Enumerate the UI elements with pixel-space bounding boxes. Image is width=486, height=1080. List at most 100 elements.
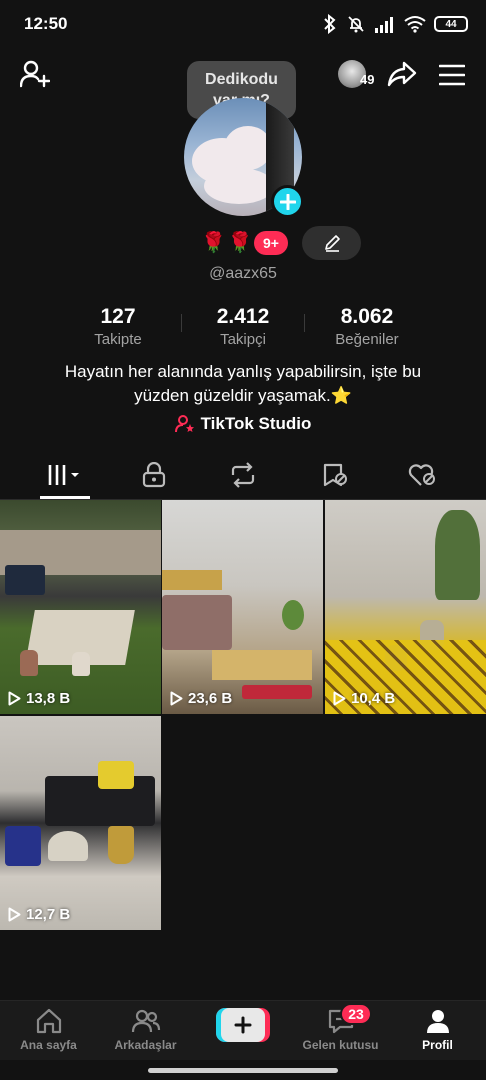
share-icon[interactable] xyxy=(387,60,417,88)
stat-value: 127 xyxy=(100,305,136,328)
video-thumbnail[interactable]: 12,7 B xyxy=(0,716,161,930)
thumb-plant xyxy=(435,510,480,600)
bio-line: Hayatın her alanında yanlış yapabilirsin… xyxy=(64,362,422,381)
nav-profile[interactable]: Profil xyxy=(389,1007,486,1057)
profile-stats: 127 Takipte 2.412 Takipçi 8.062 Beğenile… xyxy=(0,305,486,349)
thumb-tray xyxy=(48,831,88,861)
nav-label: Profil xyxy=(422,1038,453,1052)
nav-label: Ana sayfa xyxy=(20,1038,77,1052)
nav-label: Gelen kutusu xyxy=(302,1038,379,1052)
thumb-table xyxy=(212,650,312,680)
thumb-pot xyxy=(72,652,90,676)
nav-home[interactable]: Ana sayfa xyxy=(0,1007,97,1057)
video-thumbnail[interactable]: 10,4 B xyxy=(325,500,486,714)
profile-tabs xyxy=(0,450,486,500)
thumb-juice xyxy=(98,761,134,789)
create-button-face xyxy=(221,1008,265,1042)
view-count: 23,6 B xyxy=(170,690,232,707)
badge-count[interactable]: 9+ xyxy=(254,231,288,255)
tab-favorites[interactable] xyxy=(286,450,383,500)
pencil-icon xyxy=(324,235,340,252)
nav-label: Arkadaşlar xyxy=(114,1038,177,1052)
tab-videos[interactable] xyxy=(16,450,113,500)
edit-profile-button[interactable] xyxy=(302,226,361,260)
video-thumbnail[interactable]: 23,6 B xyxy=(162,500,323,714)
view-count-label: 23,6 B xyxy=(188,690,233,707)
studio-label: TikTok Studio xyxy=(200,414,312,433)
play-icon xyxy=(8,691,21,706)
repost-icon xyxy=(231,462,254,488)
play-icon xyxy=(170,691,183,706)
videos-grid-icon xyxy=(48,465,79,485)
stat-value: 8.062 xyxy=(340,305,394,328)
bottom-nav: Ana sayfa Arkadaşlar Gelen kutusu 23 Pro… xyxy=(0,1000,486,1060)
inbox-badge: 23 xyxy=(340,1003,372,1025)
username: @aazx65 xyxy=(209,265,277,282)
thumb-plant xyxy=(282,600,304,630)
tiktok-studio-link[interactable]: TikTok Studio xyxy=(0,414,486,434)
play-icon xyxy=(8,907,21,922)
create-button[interactable] xyxy=(216,1008,270,1042)
stat-label: Takipte xyxy=(94,331,142,348)
stat-divider xyxy=(304,314,305,332)
liked-icon xyxy=(408,464,435,486)
studio-icon xyxy=(174,415,194,433)
mute-icon xyxy=(348,16,364,33)
tab-reposts[interactable] xyxy=(194,450,291,500)
bio-line: yüzden güzeldir yaşamak.⭐ xyxy=(134,386,352,405)
viewer-count: 49 xyxy=(360,72,375,87)
friends-icon xyxy=(131,1009,160,1033)
thumb-cups xyxy=(242,685,312,699)
rose-badges: 🌹🌹 xyxy=(201,232,255,254)
stat-divider xyxy=(181,314,182,332)
status-bar: 12:50 44 xyxy=(0,0,486,48)
tab-liked[interactable] xyxy=(374,450,471,500)
video-thumbnail[interactable]: 13,8 B xyxy=(0,500,161,714)
stat-followers[interactable]: 2.412 Takipçi xyxy=(183,305,303,348)
status-icons: 44 xyxy=(322,12,468,36)
thumb-cushion xyxy=(5,565,45,595)
inbox-badge-count: 23 xyxy=(348,1006,364,1022)
plus-icon xyxy=(234,1016,252,1034)
stat-value: 2.412 xyxy=(216,305,270,328)
add-avatar-button[interactable] xyxy=(271,185,304,218)
thumb-pot xyxy=(20,650,38,676)
view-count-label: 13,8 B xyxy=(26,690,71,707)
badge-count-label: 9+ xyxy=(263,235,279,251)
home-icon xyxy=(36,1008,61,1034)
signal-icon xyxy=(375,17,393,33)
thumb-gold-stand xyxy=(162,570,222,590)
bubble-line1: Dedikodu xyxy=(205,71,278,88)
home-indicator[interactable] xyxy=(148,1068,338,1073)
battery-level: 44 xyxy=(445,18,457,30)
thumb-cup xyxy=(108,826,134,864)
battery-icon: 44 xyxy=(434,16,468,32)
nav-friends[interactable]: Arkadaşlar xyxy=(97,1007,194,1057)
status-time: 12:50 xyxy=(24,14,68,33)
thumb-cake-stand xyxy=(162,595,232,650)
profile-bio: Hayatın her alanında yanlış yapabilirsin… xyxy=(0,360,486,408)
thumb-basket xyxy=(5,826,41,866)
avatar-cloud xyxy=(204,168,274,204)
menu-icon[interactable] xyxy=(439,64,465,86)
bluetooth-icon xyxy=(324,14,336,34)
view-count: 10,4 B xyxy=(333,690,395,707)
view-count: 12,7 B xyxy=(8,906,70,923)
profile-icon xyxy=(426,1010,449,1033)
plus-icon xyxy=(279,193,296,210)
stat-following[interactable]: 127 Takipte xyxy=(58,305,178,348)
favorites-icon xyxy=(323,463,347,487)
view-count: 13,8 B xyxy=(8,690,70,707)
wifi-icon xyxy=(404,16,426,33)
view-count-label: 12,7 B xyxy=(26,906,71,923)
active-tab-indicator xyxy=(40,496,90,499)
play-icon xyxy=(333,691,346,706)
stat-likes[interactable]: 8.062 Beğeniler xyxy=(307,305,427,348)
view-count-label: 10,4 B xyxy=(351,690,396,707)
add-friend-icon[interactable] xyxy=(20,60,50,88)
stat-label: Beğeniler xyxy=(335,331,399,348)
lock-icon xyxy=(142,462,165,488)
tab-private[interactable] xyxy=(105,450,202,500)
stat-label: Takipçi xyxy=(220,331,266,348)
avatar-cloud xyxy=(224,126,272,170)
